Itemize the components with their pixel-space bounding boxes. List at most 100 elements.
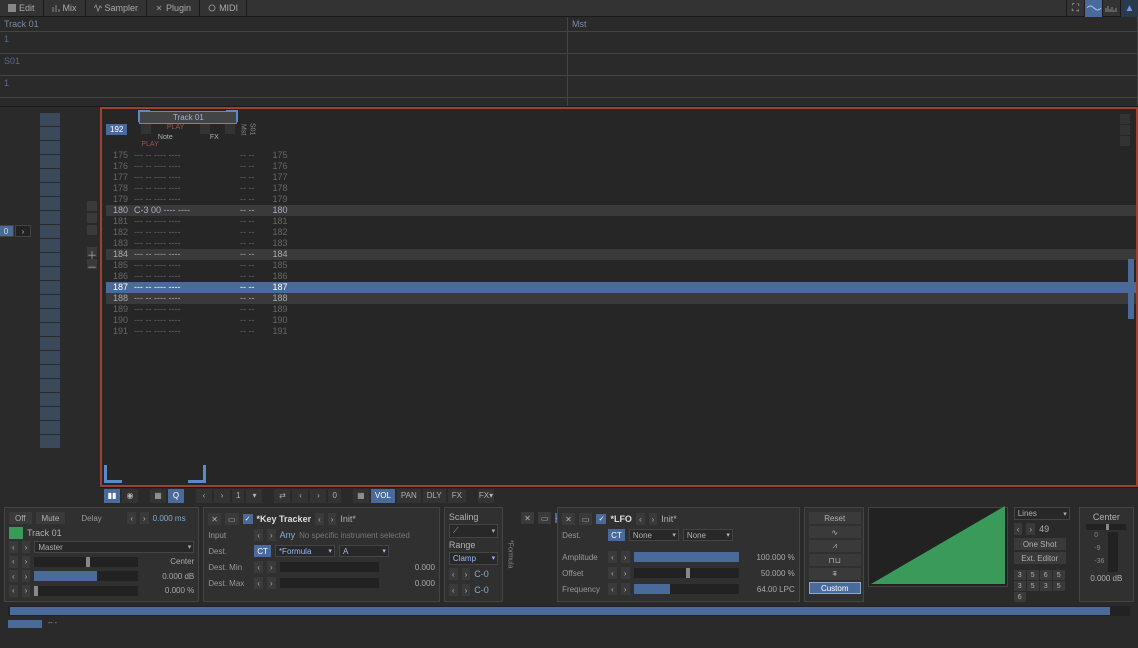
lfo-off-next[interactable]: › — [621, 567, 630, 579]
lfo-grid-btn[interactable]: 6 — [1040, 570, 1052, 580]
fx-menu-icon[interactable]: FX▾ — [478, 489, 494, 503]
lfo-min-icon[interactable]: ▭ — [579, 513, 593, 525]
lfo-param-drop[interactable]: None — [683, 529, 733, 541]
pattern-row[interactable]: 189--- -- ---- ------ --189 — [106, 304, 1136, 315]
piano-key[interactable] — [40, 113, 60, 126]
off-button[interactable]: Off — [9, 512, 32, 524]
pattern-row[interactable]: 176--- -- ---- ------ --176 — [106, 161, 1136, 172]
val-prev-icon[interactable]: ‹ — [292, 489, 308, 503]
scaling-curve-drop[interactable]: ⟋ — [449, 524, 498, 538]
plugin-tab[interactable]: Plugin — [147, 0, 200, 17]
piano-key[interactable] — [40, 337, 60, 350]
kt-preset-next[interactable]: › — [328, 513, 337, 525]
keys-ctrl-3[interactable] — [87, 225, 97, 235]
piano-key[interactable] — [40, 281, 60, 294]
piano-key[interactable] — [40, 435, 60, 448]
mix-tab[interactable]: Mix — [44, 0, 86, 17]
edit-tab[interactable]: Edit — [0, 0, 44, 17]
pan-col-btn[interactable]: PAN — [397, 489, 421, 503]
gain-prev[interactable]: ‹ — [9, 570, 18, 582]
val-value[interactable]: 0 — [328, 489, 340, 503]
pattern-row[interactable]: 187--- -- ---- ------ --187 — [106, 282, 1136, 293]
piano-key[interactable] — [40, 197, 60, 210]
kt-preset[interactable]: Init* — [340, 514, 356, 524]
kt-close-icon[interactable]: ✕ — [208, 513, 221, 525]
kt-dmin-slider[interactable] — [280, 562, 379, 572]
keys-remove-icon[interactable]: － — [87, 259, 97, 269]
lfo-grid-btn[interactable]: 5 — [1053, 581, 1065, 591]
piano-key[interactable] — [40, 127, 60, 140]
kt-input-any[interactable]: Any — [280, 530, 296, 540]
vol-col-btn[interactable]: VOL — [371, 489, 395, 503]
width-slider[interactable] — [34, 586, 138, 596]
pattern-editor[interactable]: 192 Track 01 PLAY NoteFX PLAY Mst S01 17… — [100, 107, 1138, 487]
spectrum-view-icon[interactable] — [1102, 0, 1120, 17]
step-next-icon[interactable]: › — [214, 489, 230, 503]
lfo-off-prev[interactable]: ‹ — [608, 567, 617, 579]
piano-key[interactable] — [40, 211, 60, 224]
pan-prev[interactable]: ‹ — [9, 556, 18, 568]
collapse-icon[interactable]: ▲ — [1120, 0, 1138, 17]
piano-key[interactable] — [40, 169, 60, 182]
range-hi-next[interactable]: › — [462, 584, 471, 596]
piano-key[interactable] — [40, 295, 60, 308]
pattern-row[interactable]: 178--- -- ---- ------ --178 — [106, 183, 1136, 194]
gain-slider[interactable] — [34, 571, 138, 581]
custom-button[interactable]: Custom — [809, 582, 861, 594]
pattern-opt-2[interactable] — [1120, 125, 1130, 135]
piano-key[interactable] — [40, 253, 60, 266]
bpm-display[interactable]: 192 — [106, 124, 127, 135]
pattern-row[interactable]: 182--- -- ---- ------ --182 — [106, 227, 1136, 238]
kt-input-prev[interactable]: ‹ — [254, 529, 263, 541]
kt-ct-btn[interactable]: CT — [254, 545, 271, 557]
kt-a-drop[interactable]: A — [339, 545, 389, 557]
oneshot-button[interactable]: One Shot — [1014, 538, 1066, 550]
expand-icon[interactable]: ⛶ — [1066, 0, 1084, 17]
lfo-freq-slider[interactable] — [634, 584, 739, 594]
wave-random-icon[interactable]: ⩨ — [809, 568, 861, 580]
track-name-display[interactable]: Track 01 — [27, 528, 62, 538]
pattern-row[interactable]: 180C-3 00 ---- ------ --180 — [106, 205, 1136, 216]
track-solo-icon[interactable] — [200, 124, 210, 134]
octave-step-up[interactable]: › — [15, 225, 31, 237]
grid-icon[interactable]: ▦ — [150, 489, 166, 503]
delay-prev[interactable]: ‹ — [127, 512, 136, 524]
pattern-row[interactable]: 177--- -- ---- ------ --177 — [106, 172, 1136, 183]
lfo-grid-btn[interactable]: 5 — [1053, 570, 1065, 580]
ext-editor-button[interactable]: Ext. Editor — [1014, 552, 1066, 564]
delay-next[interactable]: › — [140, 512, 149, 524]
routing-prev[interactable]: ‹ — [9, 541, 18, 553]
piano-key[interactable] — [40, 365, 60, 378]
pattern-opt-1[interactable] — [1120, 114, 1130, 124]
keys-add-icon[interactable]: ＋ — [87, 247, 97, 257]
pattern-row[interactable]: 186--- -- ---- ------ --186 — [106, 271, 1136, 282]
pattern-row[interactable]: 185--- -- ---- ------ --185 — [106, 260, 1136, 271]
wave-square-icon[interactable]: ⊓⊔ — [809, 554, 861, 566]
record-mode-icon[interactable]: ◉ — [122, 489, 138, 503]
end-val[interactable]: 49 — [1039, 524, 1049, 534]
piano-key[interactable] — [40, 225, 60, 238]
formula-min-icon[interactable]: ▭ — [538, 512, 552, 524]
range-lo-prev[interactable]: ‹ — [449, 568, 458, 580]
pattern-row[interactable]: 191--- -- ---- ------ --191 — [106, 326, 1136, 337]
range-lo-next[interactable]: › — [462, 568, 471, 580]
lfo-grid-btn[interactable]: 3 — [1014, 570, 1026, 580]
vertical-scrollbar[interactable] — [1128, 259, 1134, 319]
gain-next[interactable]: › — [22, 570, 31, 582]
lfo-envelope-graph[interactable] — [868, 507, 1008, 587]
lfo-grid-btn[interactable]: 5 — [1027, 581, 1039, 591]
step-prev-icon[interactable]: ‹ — [196, 489, 212, 503]
lfo-amp-slider[interactable] — [634, 552, 739, 562]
piano-key[interactable] — [40, 183, 60, 196]
lfo-grid-btn[interactable]: 3 — [1040, 581, 1052, 591]
step-menu-icon[interactable]: ▾ — [246, 489, 262, 503]
lfo-preset-next[interactable]: › — [649, 513, 658, 525]
lines-drop[interactable]: Lines — [1014, 507, 1070, 520]
lfo-amp-prev[interactable]: ‹ — [608, 551, 617, 563]
lfo-dest-drop[interactable]: None — [629, 529, 679, 541]
snap-icon[interactable]: ⇄ — [274, 489, 290, 503]
width-next[interactable]: › — [22, 585, 31, 597]
formula-close-icon[interactable]: ✕ — [521, 512, 534, 524]
mute-button[interactable]: Mute — [36, 512, 66, 524]
lfo-enable-check[interactable]: ✓ — [596, 514, 606, 524]
